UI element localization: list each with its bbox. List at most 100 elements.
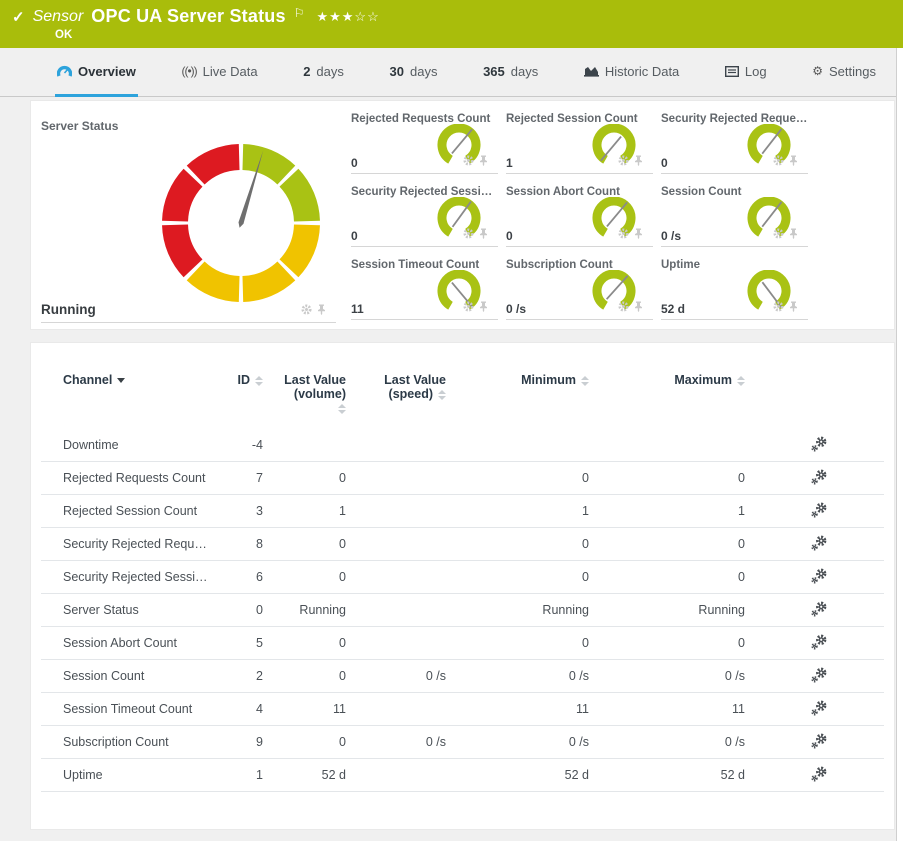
mini-gauge-tile: Session Count 0 /s — [661, 186, 808, 247]
server-status-gauge — [146, 128, 336, 318]
gauge-value: 0 /s — [506, 302, 526, 316]
pin-icon[interactable] — [634, 301, 643, 312]
cell-id: 1 — [216, 768, 263, 782]
channel-settings-button[interactable] — [745, 700, 893, 719]
table-row: Security Rejected Sessi… 6 0 0 0 — [41, 561, 884, 594]
cell-channel: Session Count — [41, 669, 216, 683]
pin-icon[interactable] — [479, 301, 488, 312]
cell-maximum: 0 — [589, 570, 745, 584]
sort-icon — [255, 376, 263, 386]
table-row: Subscription Count 9 0 0 /s 0 /s 0 /s — [41, 726, 884, 759]
gauge-settings-gear-icon[interactable] — [463, 301, 474, 312]
gauge-settings-gear-icon[interactable] — [301, 304, 312, 315]
table-row: Uptime 1 52 d 52 d 52 d — [41, 759, 884, 792]
cell-last-value-volume: 1 — [263, 504, 346, 518]
priority-stars[interactable]: ★★★☆☆ — [316, 9, 379, 25]
cell-id: 8 — [216, 537, 263, 551]
cell-id: 2 — [216, 669, 263, 683]
mini-gauge-tile: Session Abort Count 0 — [506, 186, 653, 247]
channel-settings-button[interactable] — [745, 535, 893, 554]
column-header-maximum[interactable]: Maximum — [589, 373, 745, 387]
gauge-settings-gear-icon[interactable] — [463, 228, 474, 239]
sensor-title: OPC UA Server Status — [91, 6, 285, 27]
chart-icon — [584, 65, 599, 77]
cell-last-value-volume: 0 — [263, 537, 346, 551]
channel-settings-button[interactable] — [745, 733, 893, 752]
column-header-minimum[interactable]: Minimum — [446, 373, 589, 387]
channel-settings-button[interactable] — [745, 469, 893, 488]
sort-icon — [581, 376, 589, 386]
status-check-icon: ✓ — [12, 8, 25, 26]
cell-channel: Session Abort Count — [41, 636, 216, 650]
cell-last-value-speed: 0 /s — [346, 669, 446, 683]
gears-icon — [810, 535, 828, 551]
mini-gauge-tile: Rejected Requests Count 0 — [351, 113, 498, 174]
gears-icon — [810, 733, 828, 749]
tab-settings[interactable]: ⚙ Settings — [810, 48, 878, 97]
live-data-icon: ((•)) — [181, 64, 196, 78]
mini-gauge-tile: Security Rejected Session Co… 0 — [351, 186, 498, 247]
gauges-panel: Server Status Running Rejected Requests … — [30, 100, 895, 330]
tab-30-days[interactable]: 30days — [388, 48, 440, 97]
channel-settings-button[interactable] — [745, 568, 893, 587]
pin-icon[interactable] — [789, 228, 798, 239]
pin-icon[interactable] — [634, 228, 643, 239]
cell-channel: Security Rejected Requ… — [41, 537, 216, 551]
mini-gauge-tile: Session Timeout Count 11 — [351, 259, 498, 320]
cell-minimum: 0 /s — [446, 735, 589, 749]
pin-icon[interactable] — [789, 301, 798, 312]
tab-overview[interactable]: Overview — [55, 48, 138, 97]
pin-icon[interactable] — [479, 155, 488, 166]
column-header-last-value-speed[interactable]: Last Value (speed) — [346, 373, 446, 401]
cell-last-value-volume: 11 — [263, 702, 346, 716]
gauge-settings-gear-icon[interactable] — [618, 301, 629, 312]
channel-settings-button[interactable] — [745, 766, 893, 785]
pin-icon[interactable] — [789, 155, 798, 166]
tab-2-days[interactable]: 2days — [301, 48, 346, 97]
log-icon — [725, 66, 739, 77]
cell-last-value-volume: 0 — [263, 636, 346, 650]
column-header-last-value-volume[interactable]: Last Value (volume) — [263, 373, 346, 415]
tab-historic-data[interactable]: Historic Data — [582, 48, 681, 97]
tab-live-data[interactable]: ((•)) Live Data — [179, 48, 259, 97]
pin-icon[interactable] — [317, 304, 326, 315]
table-row: Session Count 2 0 0 /s 0 /s 0 /s — [41, 660, 884, 693]
pin-icon[interactable] — [634, 155, 643, 166]
gears-icon — [810, 601, 828, 617]
tab-log[interactable]: Log — [723, 48, 769, 97]
tab-365-days[interactable]: 365days — [481, 48, 540, 97]
mini-gauge-tile: Subscription Count 0 /s — [506, 259, 653, 320]
column-header-id[interactable]: ID — [216, 373, 263, 387]
flag-icon[interactable]: ⚐ — [294, 6, 305, 20]
cell-last-value-speed: 0 /s — [346, 735, 446, 749]
cell-minimum: 11 — [446, 702, 589, 716]
gauge-settings-gear-icon[interactable] — [618, 155, 629, 166]
gauge-value: Running — [41, 302, 96, 317]
cell-channel: Rejected Session Count — [41, 504, 216, 518]
cell-maximum: 0 /s — [589, 735, 745, 749]
gauge-value: 0 — [351, 156, 358, 170]
pin-icon[interactable] — [479, 228, 488, 239]
column-header-channel[interactable]: Channel — [41, 373, 216, 387]
gauge-settings-gear-icon[interactable] — [463, 155, 474, 166]
cell-channel: Subscription Count — [41, 735, 216, 749]
channel-settings-button[interactable] — [745, 502, 893, 521]
gauge-settings-gear-icon[interactable] — [773, 301, 784, 312]
cell-last-value-volume: 0 — [263, 570, 346, 584]
cell-channel: Session Timeout Count — [41, 702, 216, 716]
table-row: Downtime -4 — [41, 429, 884, 462]
cell-last-value-volume: 0 — [263, 735, 346, 749]
channel-settings-button[interactable] — [745, 634, 893, 653]
sort-icon — [438, 390, 446, 400]
channel-settings-button[interactable] — [745, 601, 893, 620]
channel-settings-button[interactable] — [745, 667, 893, 686]
channels-table: Channel ID Last Value (volume) Last Valu… — [41, 373, 884, 792]
cell-id: 9 — [216, 735, 263, 749]
gauge-settings-gear-icon[interactable] — [618, 228, 629, 239]
gauge-value: 0 — [506, 229, 513, 243]
gauge-settings-gear-icon[interactable] — [773, 228, 784, 239]
cell-minimum: 0 — [446, 471, 589, 485]
channel-settings-button[interactable] — [745, 436, 893, 455]
gauge-settings-gear-icon[interactable] — [773, 155, 784, 166]
gauge-value: 0 — [351, 229, 358, 243]
